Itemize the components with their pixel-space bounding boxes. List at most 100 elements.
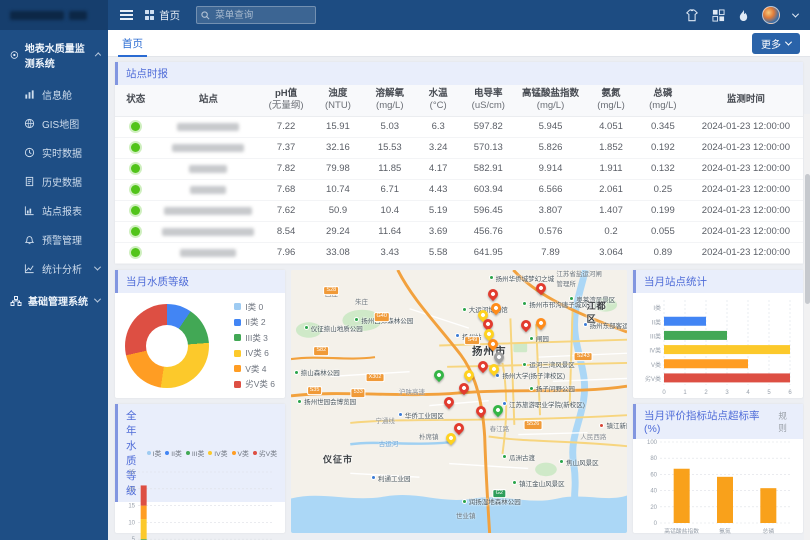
- table-cell: 7.89: [516, 242, 585, 263]
- base-system-icon: [10, 295, 22, 307]
- status-dot-normal: [131, 248, 140, 257]
- legend-item[interactable]: IV类 6: [234, 347, 275, 359]
- map-poi-label: 江苏旅游职业学院(新校区): [502, 399, 585, 409]
- sidebar-group-base-management[interactable]: 基础管理系统: [0, 283, 108, 318]
- sidebar-menu: 信息舱GIS地图实时数据历史数据站点报表预警管理统计分析: [0, 80, 108, 283]
- sidebar-item-6[interactable]: 预警管理: [0, 225, 108, 254]
- table-cell: 0.132: [637, 158, 689, 179]
- user-avatar[interactable]: [762, 6, 780, 24]
- scrollbar-thumb[interactable]: [805, 174, 810, 304]
- tab-home[interactable]: 首页: [118, 30, 147, 57]
- map-poi-label: 利通工业园: [371, 473, 411, 483]
- table-row[interactable]: 7.6250.910.45.19596.453.8071.4070.199202…: [115, 200, 803, 221]
- sidebar-item-7[interactable]: 统计分析: [0, 254, 108, 283]
- column-header: 电导率(uS/cm): [461, 85, 516, 116]
- table-cell: 603.94: [461, 179, 516, 200]
- map-city-label: 江都区: [587, 299, 614, 325]
- legend-item[interactable]: 劣V类 6: [234, 378, 275, 390]
- legend-item[interactable]: I类: [147, 448, 162, 458]
- table-cell: 9.914: [516, 158, 585, 179]
- status-dot-normal: [131, 227, 140, 236]
- svg-text:40: 40: [650, 489, 657, 495]
- table-row[interactable]: 7.2215.915.036.3597.825.9454.0510.345202…: [115, 116, 803, 137]
- user-menu-chevron-icon[interactable]: [792, 10, 799, 17]
- sidebar-collapse-button[interactable]: [108, 10, 145, 20]
- legend-item[interactable]: III类 3: [234, 332, 275, 344]
- poi-dot-icon: [398, 412, 403, 417]
- sidebar-item-label: 预警管理: [42, 232, 82, 247]
- road-shield-badge: S35: [307, 386, 323, 396]
- station-report-panel: 站点时报 状态站点pH值(无量纲)浊度(NTU)溶解氧(mg/L)水温(°C)电…: [115, 62, 803, 264]
- legend-item[interactable]: V类 4: [234, 363, 275, 375]
- svg-text:高锰酸盐指数: 高锰酸盐指数: [664, 527, 699, 535]
- breadcrumb[interactable]: 首页: [145, 8, 180, 23]
- road-shield-badge: S28: [323, 286, 339, 296]
- table-row[interactable]: 7.6810.746.714.43603.946.5662.0610.25202…: [115, 179, 803, 200]
- table-cell: 2024-01-23 12:00:00: [689, 137, 803, 158]
- search-input[interactable]: [196, 6, 316, 24]
- map-poi-label: 扬州大学(扬子津校区): [495, 370, 565, 380]
- info-board-icon: [24, 89, 35, 100]
- more-button[interactable]: 更多: [752, 33, 800, 54]
- layout-screens-icon[interactable]: [712, 9, 725, 22]
- svg-text:15: 15: [128, 503, 135, 509]
- map-place-label: 世业镇: [456, 510, 476, 520]
- table-cell: 1.911: [585, 158, 637, 179]
- station-table: 状态站点pH值(无量纲)浊度(NTU)溶解氧(mg/L)水温(°C)电导率(uS…: [115, 85, 803, 264]
- monthly-level-donut-chart: [125, 304, 209, 388]
- map-poi-label: 仪征捺山地质公园: [304, 323, 363, 333]
- sidebar-item-label: 实时数据: [42, 145, 82, 160]
- svg-text:劣V类: 劣V类: [645, 374, 661, 382]
- table-cell: 7.22: [260, 116, 312, 137]
- table-cell: 4.43: [416, 179, 461, 200]
- poi-dot-icon: [354, 317, 359, 322]
- sidebar-item-1[interactable]: 信息舱: [0, 80, 108, 109]
- map-water-label: 古运河: [379, 438, 399, 448]
- legend-item[interactable]: V类: [232, 448, 249, 458]
- legend-item[interactable]: IV类: [208, 448, 227, 458]
- poi-dot-icon: [522, 301, 527, 306]
- poi-dot-icon: [502, 454, 507, 459]
- sidebar-item-4[interactable]: 历史数据: [0, 167, 108, 196]
- table-cell: 32.16: [312, 137, 364, 158]
- sidebar-group-surface-water-system[interactable]: 地表水质量监测系统: [0, 30, 108, 80]
- app-logo: [0, 0, 108, 30]
- legend-item[interactable]: 劣V类: [253, 448, 277, 458]
- exceed-rate-panel: 当月评价指标站点超标率(%) 规则 020406080100高锰酸盐指数氨氮总磷: [633, 404, 803, 533]
- map-poi-label: 焦山风景区: [559, 457, 599, 467]
- rules-link[interactable]: 规则: [778, 410, 795, 434]
- legend-item[interactable]: II类: [165, 448, 182, 458]
- map-poi-label: 闸园: [529, 333, 549, 343]
- svg-text:III类: III类: [650, 332, 661, 340]
- sidebar-item-5[interactable]: 站点报表: [0, 196, 108, 225]
- table-row[interactable]: 7.9633.083.435.58641.957.893.0640.892024…: [115, 242, 803, 263]
- table-cell: 3.69: [416, 221, 461, 242]
- flame-icon[interactable]: [738, 9, 749, 22]
- sidebar-item-2[interactable]: GIS地图: [0, 109, 108, 138]
- table-row[interactable]: 7.3732.1615.533.24570.135.8261.8520.1922…: [115, 137, 803, 158]
- sidebar-item-3[interactable]: 实时数据: [0, 138, 108, 167]
- monthly-station-panel: 当月站点统计 0123456I类II类III类IV类V类劣V类: [633, 270, 803, 399]
- map-place-label: 朱庄: [355, 296, 368, 306]
- legend-item[interactable]: I类 0: [234, 301, 275, 313]
- table-row[interactable]: 7.8279.9811.854.17582.919.9141.9110.1322…: [115, 158, 803, 179]
- table-cell: 2024-01-23 12:00:00: [689, 242, 803, 263]
- chevron-up-icon: [95, 52, 101, 58]
- poi-dot-icon: [522, 362, 527, 367]
- poi-dot-icon: [599, 423, 604, 428]
- realtime-data-icon: [24, 147, 35, 158]
- table-cell: 50.9: [312, 200, 364, 221]
- table-cell: 2024-01-23 12:00:00: [689, 179, 803, 200]
- legend-item[interactable]: III类: [186, 448, 204, 458]
- table-cell: 1.852: [585, 137, 637, 158]
- home-grid-icon: [145, 10, 154, 19]
- theme-skin-icon[interactable]: [685, 9, 699, 22]
- road-shield-badge: S526: [523, 420, 542, 430]
- table-cell: 5.19: [416, 200, 461, 221]
- station-map[interactable]: 扬州华侨城梦幻之城江苏省盐运河闸管理所大运河博物馆扬州市邗沟唐子城风景区奥莱湾风…: [291, 270, 627, 533]
- legend-item[interactable]: II类 2: [234, 316, 275, 328]
- table-row[interactable]: 8.5429.2411.643.69456.760.5760.20.055202…: [115, 221, 803, 242]
- table-cell: 0.345: [637, 116, 689, 137]
- map-poi-label: 瓜洲古渡: [502, 452, 535, 462]
- map-city-label: 仪征市: [323, 453, 353, 466]
